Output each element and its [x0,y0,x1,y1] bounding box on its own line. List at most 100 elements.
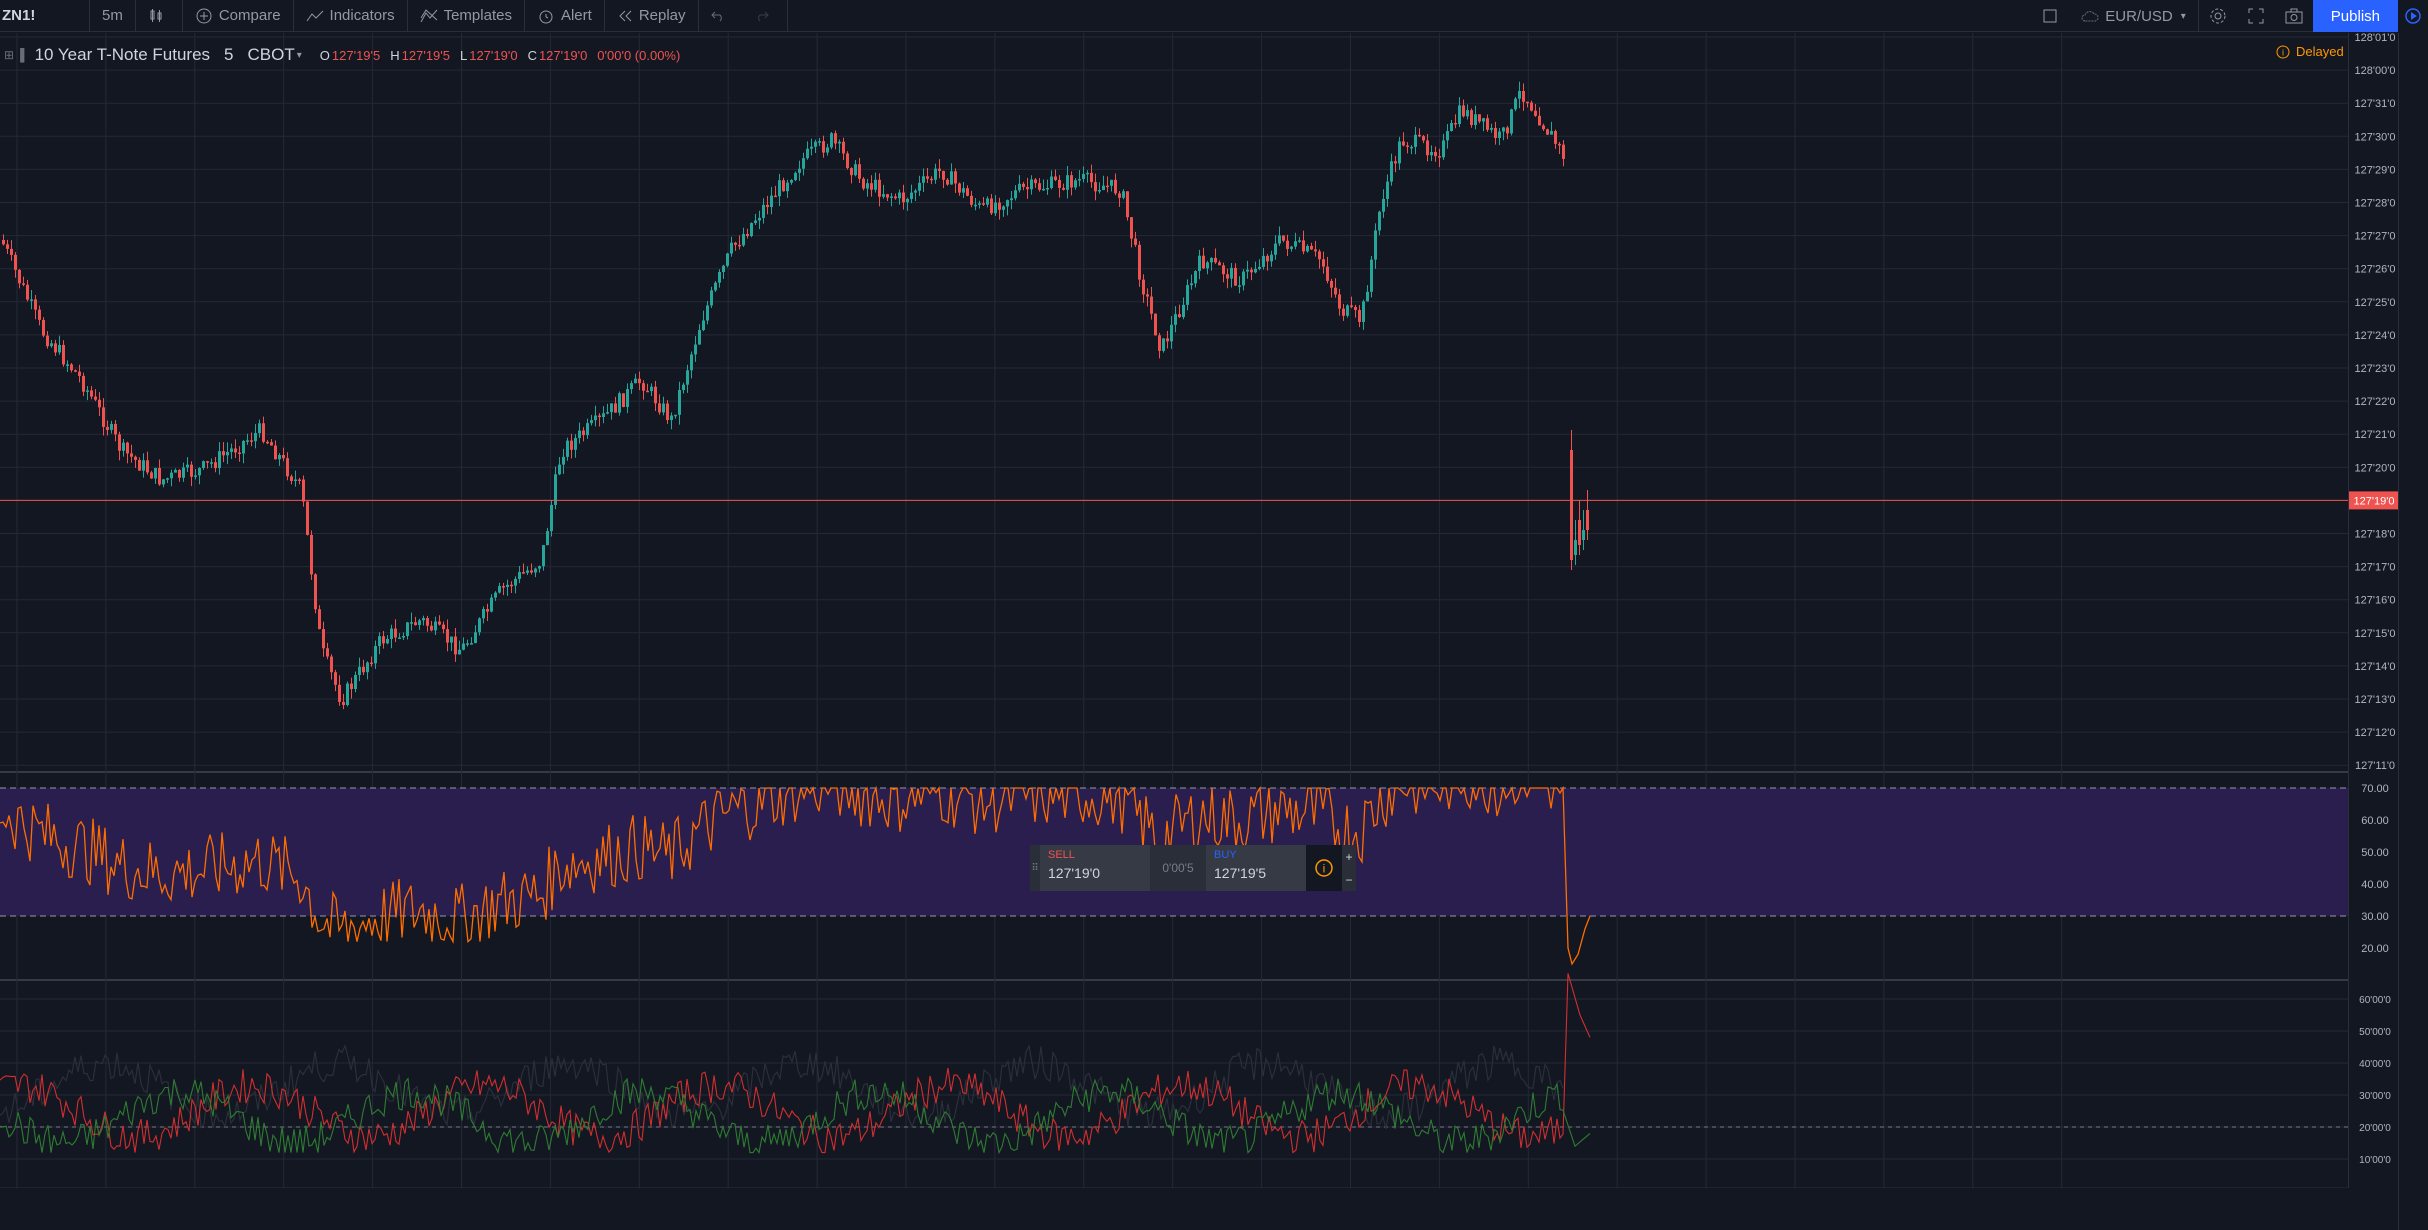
quantity-stepper[interactable]: + − [1342,845,1356,891]
candle-body [950,171,953,185]
compare-button[interactable]: Compare [183,0,294,32]
candle-body [1230,267,1233,279]
candle-body [274,445,277,460]
chart-type-button[interactable] [136,0,183,32]
sell-button[interactable]: SELL 127'19'0 [1040,845,1150,891]
layout-button[interactable] [2031,0,2069,32]
candle-body [1526,101,1529,104]
candle-body [198,467,201,476]
drag-handle[interactable]: ⠿ [1030,845,1040,891]
price-tick-label: 127'13'0 [2355,694,2396,706]
candle-body [6,244,9,249]
candle-body [1382,198,1385,212]
fullscreen-button[interactable] [2237,0,2275,32]
candle-body [210,462,213,464]
chart-canvas[interactable]: 09:0012:0018:0021:002703:0006:0009:0012:… [0,33,2348,1188]
candle-body [898,192,901,199]
candle-body [202,461,205,468]
symbol-search[interactable]: ZN1! [0,0,90,32]
candle-body [362,666,365,673]
candle-body [342,701,345,706]
candle-body [670,415,673,421]
candle-body [970,195,973,205]
candle-body [974,204,977,207]
replay-button[interactable]: Replay [605,0,699,32]
candle-body [214,462,217,468]
candle-body [642,383,645,391]
alert-button[interactable]: Alert [525,0,605,32]
candle-body [1294,241,1297,247]
candle-body [1162,338,1165,351]
candle-body [770,195,773,208]
candle-body [1190,283,1193,286]
delayed-badge[interactable]: i Delayed [2276,44,2344,59]
candle-body [1130,217,1133,239]
candle-body [250,440,253,442]
candle-body [306,501,309,535]
settings-button[interactable] [2199,0,2237,32]
publish-button[interactable]: Publish [2312,0,2398,32]
undo-icon [710,11,722,21]
candle-body [238,452,241,455]
candle-body [578,430,581,438]
candle-body [926,176,929,179]
interval-button[interactable]: 5m [90,0,136,32]
candle-body [802,158,805,169]
plus-icon[interactable]: + [1345,850,1352,864]
candle-body [1402,141,1405,146]
currency-button[interactable]: EUR/USD ▾ [2069,0,2199,32]
price-axis[interactable]: 128'01'0 128'00'0 127'31'0 127'30'0 127'29'0… [2348,33,2399,1188]
low-value: 127'19'0 [469,47,518,63]
candle-body [1270,254,1273,262]
candle-body [350,683,353,690]
candle-body [594,415,597,421]
candle-body [1298,240,1301,242]
candle-body [826,147,829,153]
candle-body [1038,183,1041,190]
candle-body [346,683,349,706]
candle-body [390,628,393,639]
candle-body [242,440,245,454]
candle-body [1378,211,1381,231]
candle-body [918,182,921,191]
candle-body [314,574,317,610]
snapshot-button[interactable] [2275,0,2313,32]
minus-icon[interactable]: − [1345,873,1352,887]
adx-line [0,1044,1564,1130]
candle-body [178,469,181,478]
candle-body [1042,188,1045,191]
templates-button[interactable]: Templates [408,0,525,32]
price-tick-label: 127'28'0 [2355,198,2396,210]
candle-body [1442,140,1445,158]
candle-body [726,253,729,266]
undo-button[interactable] [699,0,743,32]
candle-body [1090,172,1093,183]
indicators-label: Indicators [329,7,395,24]
candle-body [334,672,337,685]
close-label: C [527,47,537,63]
candle-body [618,393,621,413]
legend-toggle-icon[interactable]: ⊞ [4,48,14,62]
candle-body [1538,115,1541,126]
redo-icon [757,11,769,21]
candle-body [150,472,153,479]
trade-info-button[interactable]: i [1306,845,1342,891]
candle-body [982,203,985,205]
candle-body [1434,151,1437,157]
indicators-button[interactable]: Indicators [294,0,408,32]
buy-sell-panel: ⠿ SELL 127'19'0 0'00'5 BUY 127'19'5 i + … [1030,845,1356,891]
candle-body [1546,129,1549,135]
play-button[interactable] [2398,0,2428,32]
redo-button[interactable] [743,0,788,32]
legend-title[interactable]: 10 Year T-Note Futures [35,45,210,65]
candle-body [1026,186,1029,190]
buy-button[interactable]: BUY 127'19'5 [1206,845,1306,891]
candle-body [486,609,489,612]
candle-body [1178,314,1181,318]
chevron-down-icon[interactable]: ▾ [297,50,302,61]
candle-body [358,666,361,675]
candle-body [454,636,457,655]
candle-body [1322,259,1325,267]
candle-body [1066,175,1069,190]
candle-body [1458,105,1461,124]
